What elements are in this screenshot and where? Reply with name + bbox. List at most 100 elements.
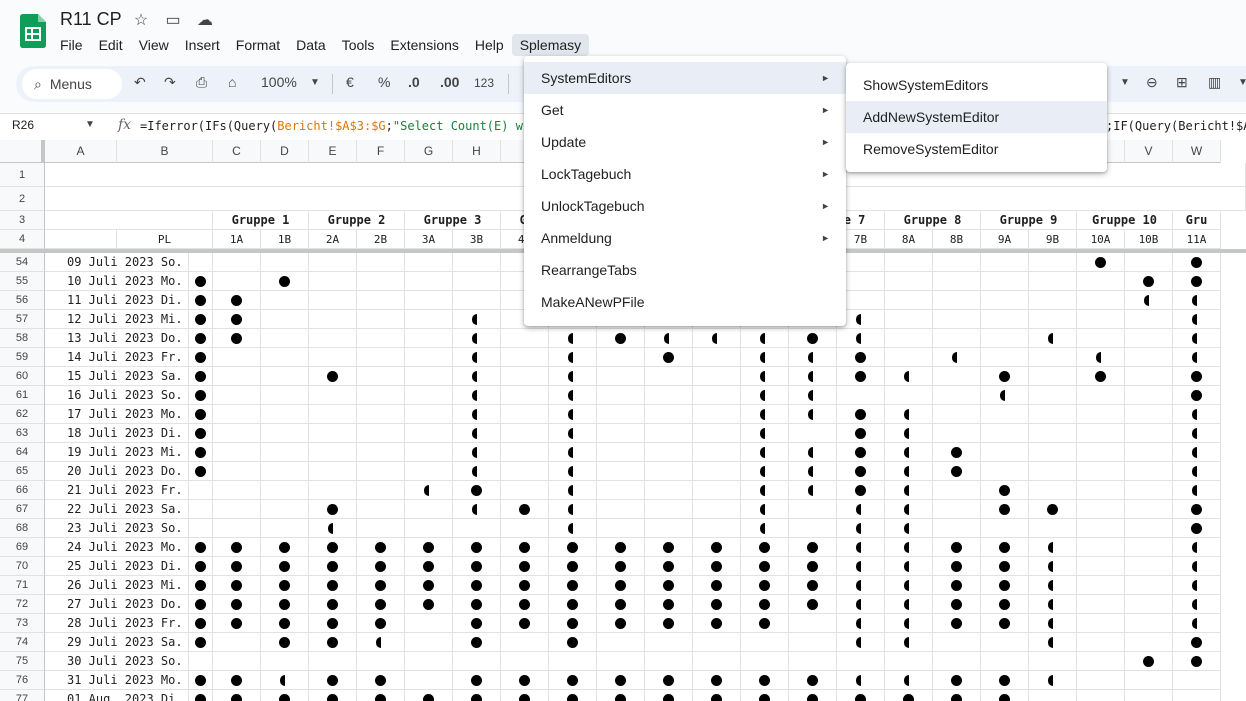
attendance-cell[interactable]: [645, 443, 693, 462]
attendance-cell[interactable]: [981, 348, 1029, 367]
attendance-cell[interactable]: [405, 595, 453, 614]
attendance-cell[interactable]: [933, 424, 981, 443]
attendance-cell[interactable]: [189, 481, 213, 500]
attendance-cell[interactable]: [1173, 424, 1221, 443]
row-header[interactable]: 60: [0, 367, 45, 386]
date-cell[interactable]: 28 Juli 2023 Fr.: [45, 614, 189, 633]
attendance-cell[interactable]: [933, 633, 981, 652]
attendance-cell[interactable]: [933, 272, 981, 291]
attendance-cell[interactable]: [741, 633, 789, 652]
attendance-cell[interactable]: [741, 690, 789, 701]
attendance-cell[interactable]: [357, 405, 405, 424]
attendance-cell[interactable]: [501, 405, 549, 424]
attendance-cell[interactable]: [1077, 310, 1125, 329]
attendance-cell[interactable]: [189, 690, 213, 701]
attendance-cell[interactable]: [309, 576, 357, 595]
attendance-cell[interactable]: [549, 405, 597, 424]
attendance-cell[interactable]: [1125, 690, 1173, 701]
attendance-cell[interactable]: [1029, 595, 1077, 614]
attendance-cell[interactable]: [189, 386, 213, 405]
attendance-cell[interactable]: [1125, 253, 1173, 272]
attendance-cell[interactable]: [501, 500, 549, 519]
attendance-cell[interactable]: [357, 329, 405, 348]
row-header[interactable]: 59: [0, 348, 45, 367]
attendance-cell[interactable]: [357, 310, 405, 329]
date-cell[interactable]: 17 Juli 2023 Mo.: [45, 405, 189, 424]
attendance-cell[interactable]: [693, 462, 741, 481]
column-header-g[interactable]: G: [405, 140, 453, 163]
attendance-cell[interactable]: [1029, 405, 1077, 424]
date-cell[interactable]: 09 Juli 2023 So.: [45, 253, 189, 272]
row-header[interactable]: 4: [0, 230, 45, 249]
attendance-cell[interactable]: [933, 443, 981, 462]
attendance-cell[interactable]: [597, 576, 645, 595]
attendance-cell[interactable]: [1173, 652, 1221, 671]
attendance-cell[interactable]: [597, 557, 645, 576]
attendance-cell[interactable]: [357, 462, 405, 481]
attendance-cell[interactable]: [309, 652, 357, 671]
attendance-cell[interactable]: [789, 481, 837, 500]
attendance-cell[interactable]: [549, 462, 597, 481]
row-header[interactable]: 61: [0, 386, 45, 405]
column-header-a[interactable]: A: [45, 140, 117, 163]
attendance-cell[interactable]: [981, 519, 1029, 538]
attendance-cell[interactable]: [309, 481, 357, 500]
attendance-cell[interactable]: [597, 386, 645, 405]
date-cell[interactable]: 15 Juli 2023 Sa.: [45, 367, 189, 386]
attendance-cell[interactable]: [1077, 671, 1125, 690]
subgroup-header[interactable]: 8B: [933, 230, 981, 249]
attendance-cell[interactable]: [981, 424, 1029, 443]
attendance-cell[interactable]: [933, 253, 981, 272]
attendance-cell[interactable]: [1125, 310, 1173, 329]
attendance-cell[interactable]: [213, 291, 261, 310]
attendance-cell[interactable]: [885, 538, 933, 557]
attendance-cell[interactable]: [693, 538, 741, 557]
attendance-cell[interactable]: [597, 462, 645, 481]
attendance-cell[interactable]: [693, 329, 741, 348]
submenu-item-addnewsystemeditor[interactable]: AddNewSystemEditor: [846, 101, 1107, 133]
column-header-h[interactable]: H: [453, 140, 501, 163]
attendance-cell[interactable]: [645, 348, 693, 367]
star-icon[interactable]: ☆: [130, 10, 152, 30]
attendance-cell[interactable]: [549, 500, 597, 519]
attendance-cell[interactable]: [597, 595, 645, 614]
attendance-cell[interactable]: [981, 576, 1029, 595]
menu-splemasy[interactable]: Splemasy: [511, 34, 590, 56]
attendance-cell[interactable]: [1125, 329, 1173, 348]
attendance-cell[interactable]: [549, 671, 597, 690]
attendance-cell[interactable]: [261, 405, 309, 424]
attendance-cell[interactable]: [789, 652, 837, 671]
attendance-cell[interactable]: [693, 671, 741, 690]
attendance-cell[interactable]: [645, 424, 693, 443]
attendance-cell[interactable]: [837, 614, 885, 633]
attendance-cell[interactable]: [597, 690, 645, 701]
subgroup-header[interactable]: 10A: [1077, 230, 1125, 249]
attendance-cell[interactable]: [261, 557, 309, 576]
attendance-cell[interactable]: [357, 348, 405, 367]
attendance-cell[interactable]: [501, 595, 549, 614]
attendance-cell[interactable]: [405, 329, 453, 348]
attendance-cell[interactable]: [309, 462, 357, 481]
attendance-cell[interactable]: [405, 576, 453, 595]
attendance-cell[interactable]: [981, 538, 1029, 557]
attendance-cell[interactable]: [213, 633, 261, 652]
date-cell[interactable]: 10 Juli 2023 Mo.: [45, 272, 189, 291]
attendance-cell[interactable]: [357, 272, 405, 291]
attendance-cell[interactable]: [1029, 557, 1077, 576]
attendance-cell[interactable]: [453, 500, 501, 519]
row-header[interactable]: 77: [0, 690, 45, 701]
menu-file[interactable]: File: [52, 34, 91, 56]
attendance-cell[interactable]: [1029, 519, 1077, 538]
attendance-cell[interactable]: [693, 424, 741, 443]
attendance-cell[interactable]: [885, 272, 933, 291]
attendance-cell[interactable]: [549, 481, 597, 500]
attendance-cell[interactable]: [261, 614, 309, 633]
attendance-cell[interactable]: [597, 633, 645, 652]
attendance-cell[interactable]: [597, 671, 645, 690]
date-cell[interactable]: 19 Juli 2023 Mi.: [45, 443, 189, 462]
menu-item-get[interactable]: Get ►: [524, 94, 846, 126]
date-cell[interactable]: 18 Juli 2023 Di.: [45, 424, 189, 443]
row-header[interactable]: 73: [0, 614, 45, 633]
group-header[interactable]: Gruppe 9: [981, 211, 1077, 230]
attendance-cell[interactable]: [189, 652, 213, 671]
